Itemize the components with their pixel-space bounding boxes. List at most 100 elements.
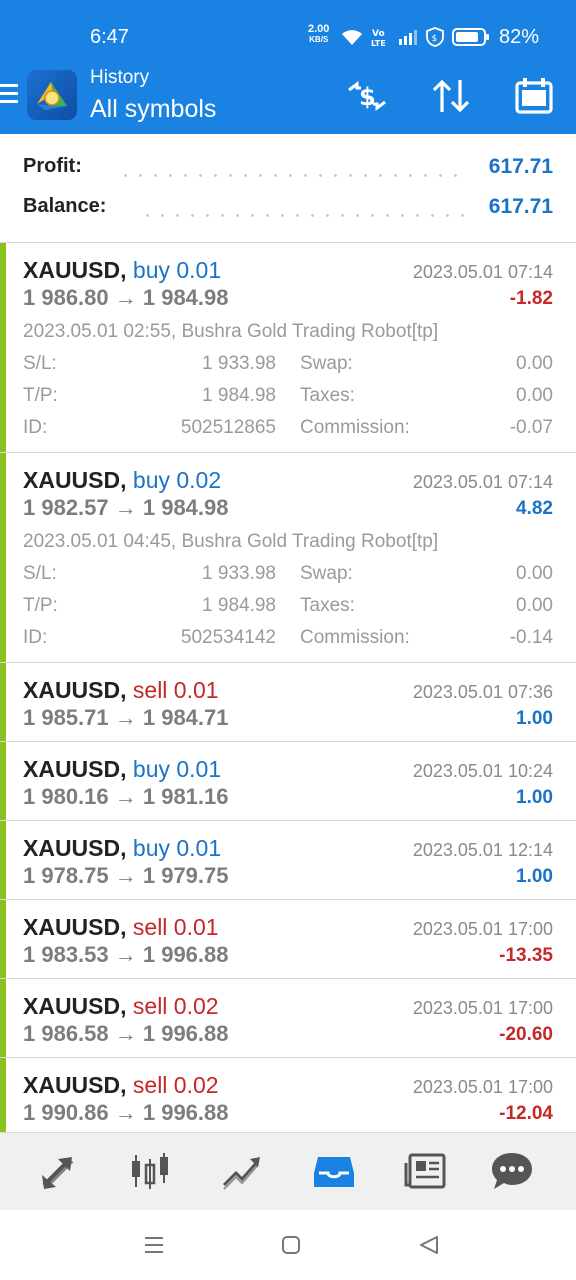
detail-row: T/P: 1 984.98 Taxes: 0.00 bbox=[23, 385, 553, 409]
currency-exchange-icon[interactable]: $ bbox=[343, 74, 391, 118]
history-icon[interactable] bbox=[308, 1147, 360, 1195]
trade-prices: 1 978.75 → 1 979.75 bbox=[23, 863, 229, 888]
tp-label: T/P: bbox=[23, 385, 58, 406]
chat-icon[interactable] bbox=[486, 1147, 538, 1195]
swap-label: Swap: bbox=[300, 563, 353, 584]
trade-profit: -1.82 bbox=[509, 288, 553, 309]
trade-summary: XAUUSD, buy 0.02 1 982.57 → 1 984.98 2023.… bbox=[0, 453, 576, 531]
trade-prices: 1 990.86 → 1 996.88 bbox=[23, 1100, 229, 1125]
trade-time: 2023.05.01 17:00 bbox=[412, 1077, 553, 1097]
trade-icon[interactable] bbox=[216, 1147, 268, 1195]
tp-value: 1 984.98 bbox=[202, 595, 276, 616]
trade-direction: buy 0.01 bbox=[132, 835, 222, 861]
app-bar: History All symbols $ bbox=[0, 62, 576, 128]
battery-icon bbox=[452, 28, 489, 46]
trade-row[interactable]: XAUUSD, buy 0.01 1 986.80 → 1 984.98 2023.… bbox=[0, 242, 576, 452]
trade-direction: sell 0.01 bbox=[132, 677, 219, 703]
trade-symbol-line: XAUUSD, sell 0.01 bbox=[23, 677, 219, 704]
taxes-label: Taxes: bbox=[300, 595, 355, 616]
status-icons: Vo LTE $ bbox=[340, 25, 490, 49]
trade-symbol-line: XAUUSD, buy 0.01 bbox=[23, 756, 221, 783]
trade-row[interactable]: XAUUSD, buy 0.02 1 982.57 → 1 984.98 2023.… bbox=[0, 452, 576, 662]
header-subtitle: History bbox=[90, 67, 150, 88]
trade-prices: 1 986.58 → 1 996.88 bbox=[23, 1021, 229, 1046]
commission-value: -0.07 bbox=[509, 417, 553, 438]
trade-summary: XAUUSD, sell 0.02 1 986.58 → 1 996.88 2023… bbox=[0, 979, 576, 1057]
trade-symbol: XAUUSD, bbox=[23, 756, 127, 782]
trade-profit: 4.82 bbox=[516, 498, 553, 519]
volte-icon: VoLTE bbox=[371, 29, 386, 48]
trade-row[interactable]: XAUUSD, sell 0.01 1 983.53 → 1 996.88 2023… bbox=[0, 899, 576, 978]
trade-symbol-line: XAUUSD, buy 0.02 bbox=[23, 467, 221, 494]
taxes-value: 0.00 bbox=[516, 595, 553, 616]
trade-row[interactable]: XAUUSD, sell 0.01 1 985.71 → 1 984.71 2023… bbox=[0, 662, 576, 741]
trade-prices: 1 980.16 → 1 981.16 bbox=[23, 784, 229, 809]
trade-summary: XAUUSD, sell 0.02 1 990.86 → 1 996.88 2023… bbox=[0, 1058, 576, 1136]
account-summary: Profit: 617.71 Balance: 617.71 bbox=[0, 134, 576, 242]
quotes-icon[interactable] bbox=[32, 1147, 84, 1195]
trade-symbol: XAUUSD, bbox=[23, 914, 127, 940]
swap-value: 0.00 bbox=[516, 563, 553, 584]
trade-direction: sell 0.02 bbox=[132, 993, 219, 1019]
trade-history-list: XAUUSD, buy 0.01 1 986.80 → 1 984.98 2023.… bbox=[0, 242, 576, 1136]
recents-icon[interactable] bbox=[141, 1232, 167, 1258]
trade-comment: 2023.05.01 04:45, Bushra Gold Trading Ro… bbox=[23, 531, 439, 552]
bottom-navigation bbox=[0, 1132, 576, 1210]
back-icon[interactable] bbox=[416, 1232, 442, 1258]
trade-direction: sell 0.01 bbox=[132, 914, 219, 940]
system-navigation-bar bbox=[0, 1210, 576, 1280]
trade-time: 2023.05.01 12:14 bbox=[412, 840, 553, 860]
sl-label: S/L: bbox=[23, 353, 57, 374]
svg-text:Vo: Vo bbox=[372, 29, 385, 39]
trade-profit: 1.00 bbox=[516, 787, 553, 808]
trade-symbol-line: XAUUSD, sell 0.02 bbox=[23, 993, 219, 1020]
trade-profit: 1.00 bbox=[516, 708, 553, 729]
menu-icon[interactable] bbox=[0, 84, 18, 104]
trade-symbol-line: XAUUSD, buy 0.01 bbox=[23, 257, 221, 284]
header-title[interactable]: All symbols bbox=[90, 95, 216, 124]
balance-row: Balance: 617.71 bbox=[23, 195, 553, 225]
trade-profit: 1.00 bbox=[516, 866, 553, 887]
trade-comment: 2023.05.01 02:55, Bushra Gold Trading Ro… bbox=[23, 321, 439, 342]
trade-time: 2023.05.01 07:36 bbox=[412, 682, 553, 702]
balance-value: 617.71 bbox=[488, 195, 553, 218]
trade-summary: XAUUSD, buy 0.01 1 980.16 → 1 981.16 2023.… bbox=[0, 742, 576, 820]
trade-details: 2023.05.01 02:55, Bushra Gold Trading Ro… bbox=[0, 321, 576, 452]
battery-percent: 82% bbox=[499, 26, 540, 48]
trade-row[interactable]: XAUUSD, buy 0.01 1 980.16 → 1 981.16 2023.… bbox=[0, 741, 576, 820]
network-speed-value: 2.00 bbox=[308, 23, 330, 35]
dotted-leader bbox=[118, 174, 468, 177]
trade-details: 2023.05.01 04:45, Bushra Gold Trading Ro… bbox=[0, 531, 576, 662]
trade-symbol-line: XAUUSD, sell 0.02 bbox=[23, 1072, 219, 1099]
trade-summary: XAUUSD, sell 0.01 1 983.53 → 1 996.88 2023… bbox=[0, 900, 576, 978]
profit-row: Profit: 617.71 bbox=[23, 155, 553, 185]
status-bar: 6:47 2.00 KB/S Vo LTE $ 82% bbox=[0, 22, 576, 52]
trade-time: 2023.05.01 17:00 bbox=[412, 919, 553, 939]
metatrader-logo[interactable] bbox=[27, 70, 77, 120]
trade-profit: -12.04 bbox=[499, 1103, 553, 1124]
detail-row: S/L: 1 933.98 Swap: 0.00 bbox=[23, 563, 553, 587]
chart-icon[interactable] bbox=[124, 1147, 176, 1195]
commission-value: -0.14 bbox=[509, 627, 553, 648]
sl-label: S/L: bbox=[23, 563, 57, 584]
app-header: 6:47 2.00 KB/S Vo LTE $ 82% History All s… bbox=[0, 0, 576, 134]
trade-direction: buy 0.02 bbox=[132, 467, 222, 493]
news-icon[interactable] bbox=[400, 1147, 452, 1195]
balance-label: Balance: bbox=[23, 195, 107, 217]
trade-time: 2023.05.01 10:24 bbox=[412, 761, 553, 781]
calendar-icon[interactable] bbox=[510, 74, 558, 118]
taxes-label: Taxes: bbox=[300, 385, 355, 406]
home-icon[interactable] bbox=[278, 1232, 304, 1258]
sort-icon[interactable] bbox=[427, 74, 475, 118]
trade-row[interactable]: XAUUSD, sell 0.02 1 986.58 → 1 996.88 2023… bbox=[0, 978, 576, 1057]
detail-row: S/L: 1 933.98 Swap: 0.00 bbox=[23, 353, 553, 377]
id-label: ID: bbox=[23, 417, 48, 438]
trade-row[interactable]: XAUUSD, sell 0.02 1 990.86 → 1 996.88 2023… bbox=[0, 1057, 576, 1136]
trade-prices: 1 983.53 → 1 996.88 bbox=[23, 942, 229, 967]
dotted-leader bbox=[140, 214, 468, 217]
trade-summary: XAUUSD, buy 0.01 1 986.80 → 1 984.98 2023.… bbox=[0, 243, 576, 321]
svg-text:$: $ bbox=[359, 83, 376, 111]
trade-summary: XAUUSD, buy 0.01 1 978.75 → 1 979.75 2023.… bbox=[0, 821, 576, 899]
trade-row[interactable]: XAUUSD, buy 0.01 1 978.75 → 1 979.75 2023.… bbox=[0, 820, 576, 899]
status-time: 6:47 bbox=[90, 26, 129, 48]
